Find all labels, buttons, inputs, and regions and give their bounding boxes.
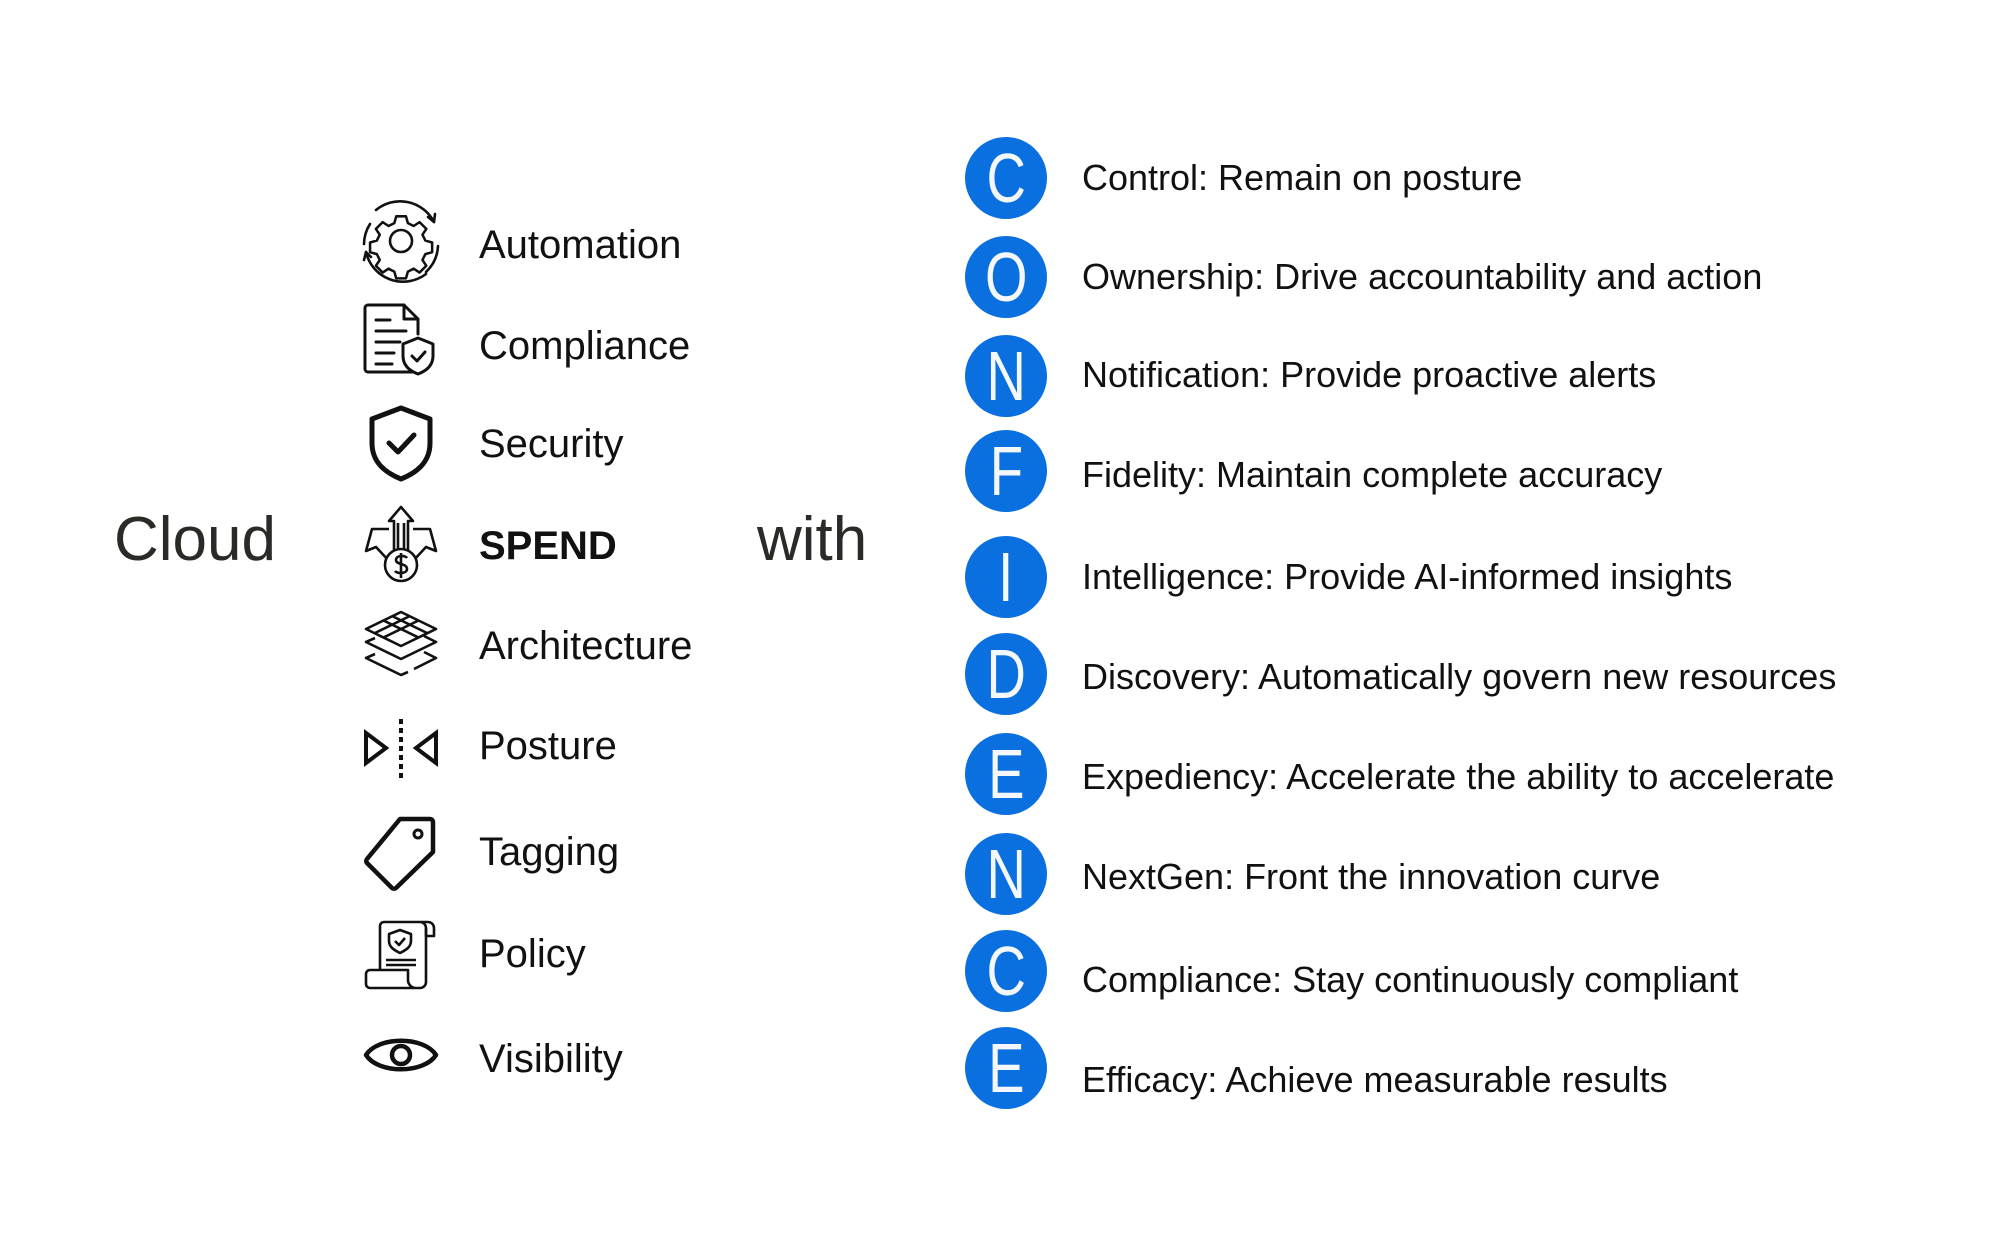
acronym-letter-badge: I	[965, 536, 1047, 618]
acronym-letter: O	[984, 238, 1028, 316]
acronym-item-text: NextGen: Front the innovation curve	[1082, 856, 1661, 897]
pillar-label-policy: Policy	[479, 932, 586, 976]
acronym-letter: E	[987, 1029, 1025, 1107]
layers-icon	[356, 602, 446, 692]
acronym-letter-badge: O	[965, 236, 1047, 318]
shield-check-icon	[356, 397, 446, 487]
acronym-letter: D	[986, 635, 1026, 713]
pillar-label-tagging: Tagging	[479, 830, 620, 874]
acronym-letter-badge: N	[965, 833, 1047, 915]
acronym-letter-badge: E	[965, 733, 1047, 815]
acronym-item-text: Efficacy: Achieve measurable results	[1082, 1059, 1668, 1100]
acronym-item-text: Discovery: Automatically govern new reso…	[1082, 656, 1837, 697]
tag-icon	[356, 806, 446, 896]
symmetry-icon	[356, 703, 446, 793]
pillar-label-spend: SPEND	[479, 524, 617, 568]
gear-cycle-icon	[356, 196, 446, 286]
acronym-letter: C	[986, 139, 1026, 217]
money-spend-arrows-icon	[356, 499, 446, 589]
policy-scroll-icon	[356, 908, 446, 998]
eye-icon	[356, 1010, 446, 1100]
acronym-item-text: Fidelity: Maintain complete accuracy	[1082, 454, 1663, 495]
pillar-label-posture: Posture	[479, 724, 617, 768]
pillar-label-architecture: Architecture	[479, 624, 693, 668]
acronym-item-text: Notification: Provide proactive alerts	[1082, 354, 1657, 395]
acronym-letter-badge: E	[965, 1027, 1047, 1109]
acronym-item-text: Expediency: Accelerate the ability to ac…	[1082, 756, 1835, 797]
acronym-item-text: Control: Remain on posture	[1082, 157, 1523, 198]
pillar-label-automation: Automation	[479, 223, 682, 267]
acronym-letter-badge: D	[965, 633, 1047, 715]
acronym-letter: N	[986, 835, 1026, 913]
document-shield-icon	[356, 294, 446, 384]
acronym-letter: N	[986, 337, 1026, 415]
acronym-letter: I	[998, 538, 1014, 616]
acronym-letter: C	[986, 932, 1026, 1010]
cloud-word: Cloud	[114, 505, 276, 574]
acronym-item-text: Ownership: Drive accountability and acti…	[1082, 256, 1763, 297]
acronym-letter-badge: N	[965, 335, 1047, 417]
with-word: with	[757, 505, 868, 574]
acronym-letter-badge: C	[965, 930, 1047, 1012]
pillar-label-security: Security	[479, 422, 624, 466]
pillar-label-visibility: Visibility	[479, 1037, 623, 1081]
acronym-letter-badge: F	[965, 430, 1047, 512]
acronym-letter-badge: C	[965, 137, 1047, 219]
acronym-letter: E	[987, 735, 1025, 813]
acronym-item-text: Compliance: Stay continuously compliant	[1082, 959, 1739, 1000]
acronym-item-text: Intelligence: Provide AI-informed insigh…	[1082, 556, 1733, 597]
pillar-label-compliance: Compliance	[479, 324, 691, 368]
acronym-letter: F	[989, 432, 1023, 510]
